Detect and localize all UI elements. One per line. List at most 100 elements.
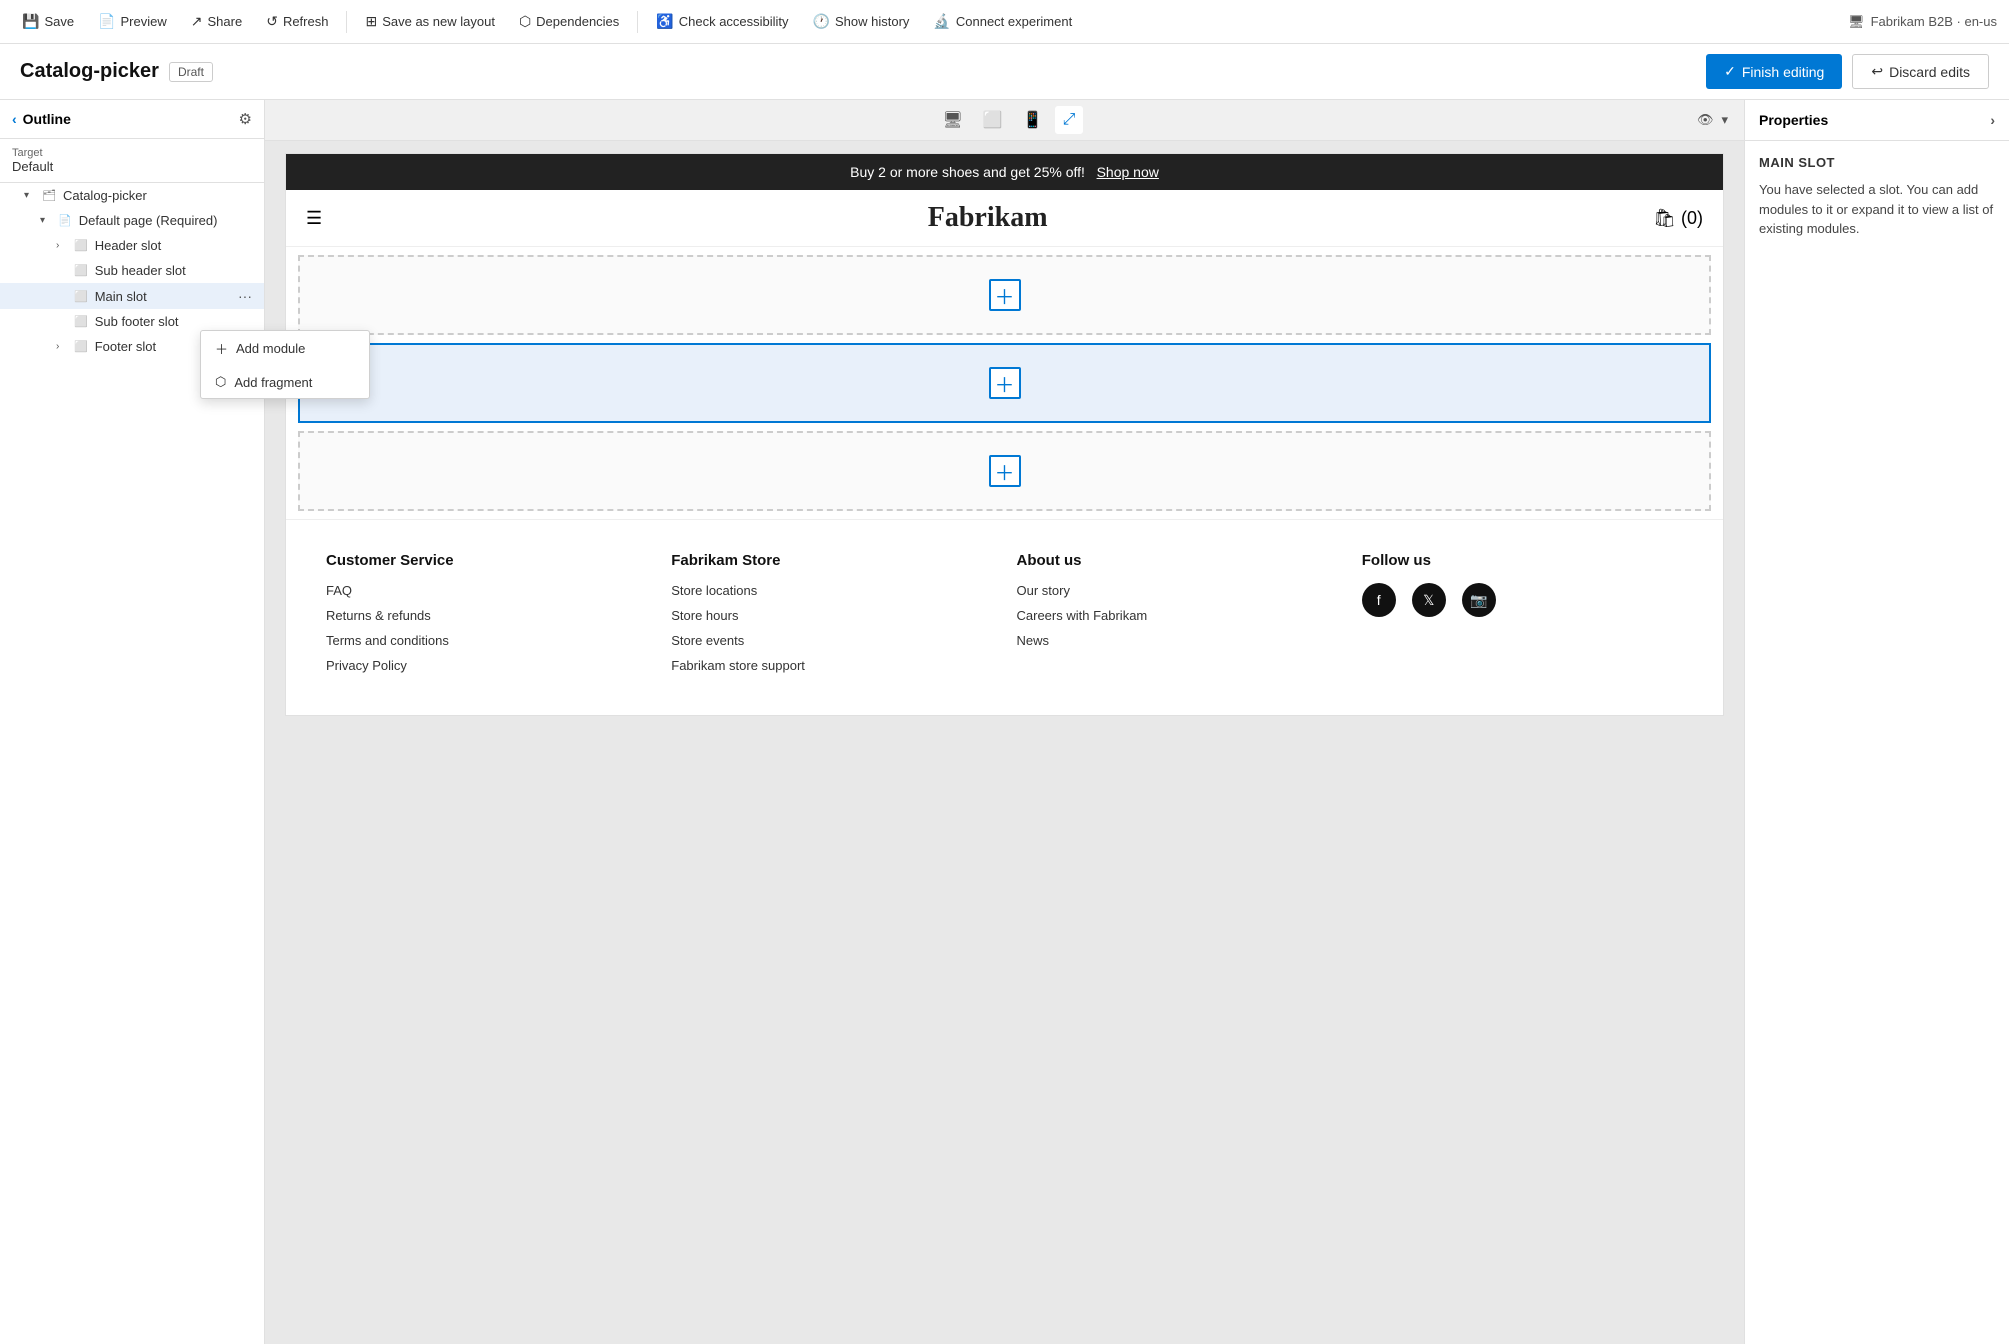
tablet-landscape-viewport-button[interactable]: ⬜: [975, 106, 1011, 134]
dependencies-icon: ⬡: [519, 13, 531, 30]
show-history-button[interactable]: 🕐 Show history: [803, 8, 920, 35]
share-button[interactable]: ↗ Share: [181, 8, 252, 35]
sidebar-header: ‹ Outline ⚙: [0, 100, 264, 139]
canvas-right-icons: 👁 ▾: [1697, 112, 1728, 128]
toolbar-site-info: 🖥 Fabrikam B2B · en-us: [1848, 14, 1997, 30]
page-title: Catalog-picker: [20, 60, 159, 83]
main-slot-placeholder[interactable]: Main slot ▾ ＋: [298, 343, 1711, 423]
footer-link-terms[interactable]: Terms and conditions: [326, 633, 647, 648]
footer-col-fabrikam-store: Fabrikam Store Store locations Store hou…: [671, 552, 992, 683]
connect-experiment-button[interactable]: 🔬 Connect experiment: [923, 8, 1082, 35]
eye-icon[interactable]: 👁: [1697, 112, 1714, 128]
canvas-topbar: 🖥 ⬜ 📱 ⤢ 👁 ▾: [265, 100, 1744, 141]
sub-footer-add-button[interactable]: ＋: [989, 455, 1021, 487]
preview-frame: Buy 2 or more shoes and get 25% off! Sho…: [285, 153, 1724, 716]
expand-panel-icon[interactable]: ›: [1990, 112, 1995, 128]
promo-link[interactable]: Shop now: [1097, 164, 1159, 180]
accessibility-icon: ♿: [656, 13, 673, 30]
social-icons: f 𝕏 📷: [1362, 583, 1683, 617]
dependencies-button[interactable]: ⬡ Dependencies: [509, 8, 629, 35]
title-bar: Catalog-picker Draft ✓ Finish editing ↩ …: [0, 44, 2009, 100]
expand-viewport-button[interactable]: ⤢: [1055, 106, 1084, 134]
preview-footer: Customer Service FAQ Returns & refunds T…: [286, 519, 1723, 715]
preview-icon: 📄: [98, 13, 115, 30]
footer-link-returns[interactable]: Returns & refunds: [326, 608, 647, 623]
finish-editing-button[interactable]: ✓ Finish editing: [1706, 54, 1842, 89]
discard-icon: ↩: [1871, 63, 1883, 80]
mobile-viewport-button[interactable]: 📱: [1015, 106, 1051, 134]
sidebar-item-default-page[interactable]: ▾ 📄 Default page (Required): [0, 208, 264, 233]
sidebar: ‹ Outline ⚙ Target Default ▾ 🗂 Catalog-p…: [0, 100, 265, 1344]
prop-description: You have selected a slot. You can add mo…: [1759, 180, 1995, 239]
slot-icon: ⬜: [74, 315, 88, 328]
add-module-icon: ＋: [215, 339, 228, 358]
add-fragment-menu-item[interactable]: ⬡ Add fragment: [201, 366, 265, 398]
properties-header: Properties ›: [1745, 100, 2009, 141]
target-section: Target Default: [0, 139, 264, 183]
draft-badge: Draft: [169, 62, 213, 82]
slot-icon: ⬜: [74, 340, 88, 353]
slot-icon: ⬜: [74, 264, 88, 277]
footer-col-customer-service: Customer Service FAQ Returns & refunds T…: [326, 552, 647, 683]
share-icon: ↗: [191, 13, 203, 30]
footer-link-careers[interactable]: Careers with Fabrikam: [1017, 608, 1338, 623]
footer-about-us-title: About us: [1017, 552, 1338, 569]
properties-panel: Properties › MAIN SLOT You have selected…: [1744, 100, 2009, 1344]
sidebar-item-header-slot[interactable]: › ⬜ Header slot: [0, 233, 264, 258]
viewport-buttons: 🖥 ⬜ 📱 ⤢: [934, 106, 1083, 134]
chevron-placeholder: [56, 291, 70, 302]
sidebar-item-main-slot[interactable]: ⬜ Main slot ···: [0, 283, 264, 309]
add-module-menu-item[interactable]: ＋ Add module: [201, 331, 265, 366]
footer-link-store-support[interactable]: Fabrikam store support: [671, 658, 992, 673]
discard-edits-button[interactable]: ↩ Discard edits: [1852, 54, 1989, 89]
check-accessibility-button[interactable]: ♿ Check accessibility: [646, 8, 798, 35]
save-button[interactable]: 💾 Save: [12, 8, 84, 35]
instagram-icon[interactable]: 📷: [1462, 583, 1496, 617]
footer-link-our-story[interactable]: Our story: [1017, 583, 1338, 598]
history-icon: 🕐: [813, 13, 830, 30]
back-icon[interactable]: ‹: [12, 111, 17, 127]
cart-icon[interactable]: 🛍 (0): [1653, 208, 1703, 229]
sidebar-item-sub-header-slot[interactable]: ⬜ Sub header slot: [0, 258, 264, 283]
save-as-layout-button[interactable]: ⊞ Save as new layout: [355, 8, 504, 35]
properties-body: MAIN SLOT You have selected a slot. You …: [1745, 141, 2009, 253]
twitter-icon[interactable]: 𝕏: [1412, 583, 1446, 617]
refresh-button[interactable]: ↺ Refresh: [256, 8, 338, 35]
catalog-icon: 🗂: [42, 189, 56, 202]
footer-fabrikam-store-title: Fabrikam Store: [671, 552, 992, 569]
main-layout: ‹ Outline ⚙ Target Default ▾ 🗂 Catalog-p…: [0, 100, 2009, 1344]
slot-icon: ⬜: [74, 239, 88, 252]
hamburger-icon[interactable]: ☰: [306, 208, 322, 229]
footer-link-store-locations[interactable]: Store locations: [671, 583, 992, 598]
canvas-area: 🖥 ⬜ 📱 ⤢ 👁 ▾ Buy 2 or more shoes and get …: [265, 100, 1744, 1344]
promo-banner: Buy 2 or more shoes and get 25% off! Sho…: [286, 154, 1723, 190]
divider-2: [637, 11, 638, 33]
refresh-icon: ↺: [266, 13, 278, 30]
sub-header-add-button[interactable]: ＋: [989, 279, 1021, 311]
save-icon: 💾: [22, 13, 39, 30]
top-toolbar: 💾 Save 📄 Preview ↗ Share ↺ Refresh ⊞ Sav…: [0, 0, 2009, 44]
footer-link-news[interactable]: News: [1017, 633, 1338, 648]
target-value: Default: [12, 159, 252, 174]
title-bar-right: ✓ Finish editing ↩ Discard edits: [1706, 54, 1989, 89]
sub-footer-slot-placeholder[interactable]: ＋: [298, 431, 1711, 511]
desktop-viewport-button[interactable]: 🖥: [934, 106, 970, 134]
footer-link-faq[interactable]: FAQ: [326, 583, 647, 598]
sidebar-title: ‹ Outline: [12, 111, 71, 127]
chevron-placeholder: [56, 316, 70, 327]
brand-logo: Fabrikam: [928, 202, 1048, 234]
main-slot-add-button[interactable]: ＋: [989, 367, 1021, 399]
divider-1: [346, 11, 347, 33]
footer-link-store-events[interactable]: Store events: [671, 633, 992, 648]
preview-button[interactable]: 📄 Preview: [88, 8, 177, 35]
more-options-icon[interactable]: ···: [238, 288, 252, 304]
footer-col-follow-us: Follow us f 𝕏 📷: [1362, 552, 1683, 683]
chevron-down-icon[interactable]: ▾: [1721, 112, 1728, 128]
facebook-icon[interactable]: f: [1362, 583, 1396, 617]
gear-icon[interactable]: ⚙: [239, 110, 252, 128]
footer-link-privacy[interactable]: Privacy Policy: [326, 658, 647, 673]
footer-link-store-hours[interactable]: Store hours: [671, 608, 992, 623]
sub-header-slot-placeholder[interactable]: ＋: [298, 255, 1711, 335]
sidebar-item-catalog-picker[interactable]: ▾ 🗂 Catalog-picker: [0, 183, 264, 208]
checkmark-icon: ✓: [1724, 63, 1736, 80]
